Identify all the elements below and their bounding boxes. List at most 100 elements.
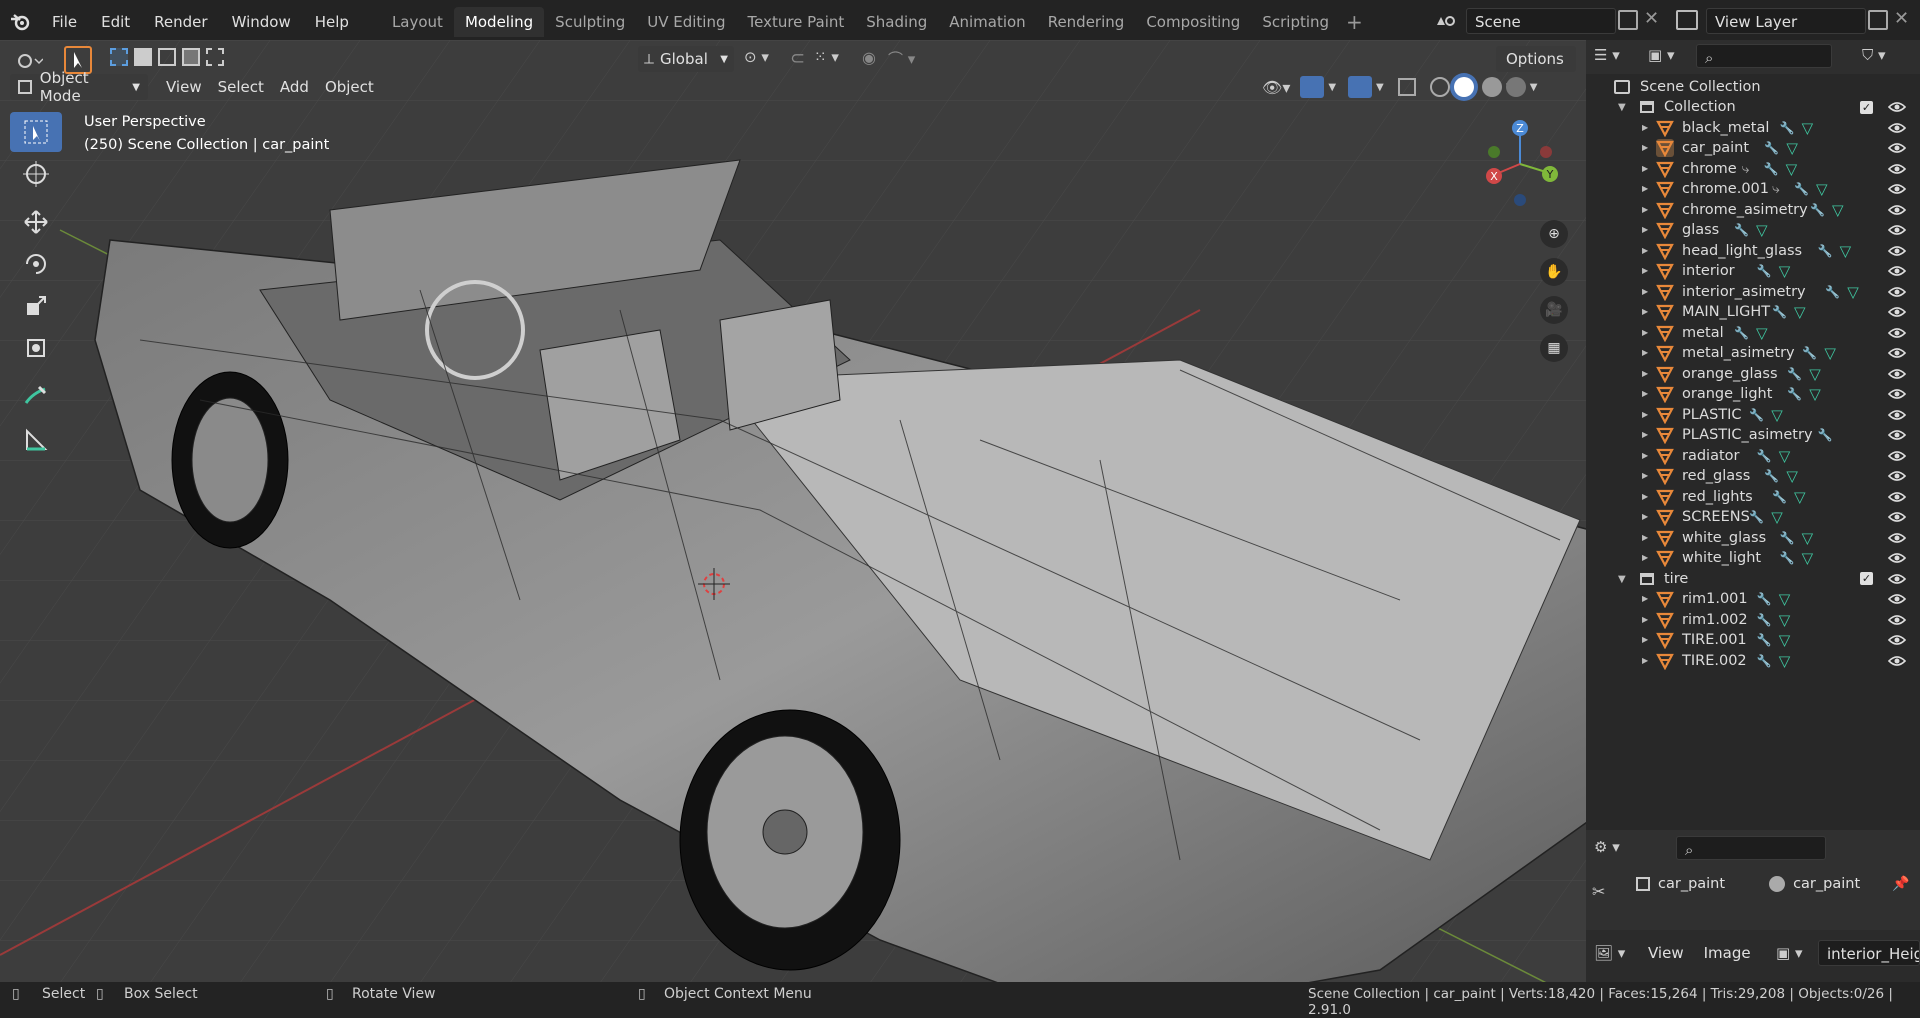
modifier-wrench-icon[interactable]: 🔧 bbox=[1772, 490, 1787, 504]
blender-logo-icon[interactable] bbox=[0, 0, 40, 44]
modifier-wrench-icon[interactable]: 🔧 bbox=[1764, 141, 1779, 155]
visibility-eye-icon[interactable] bbox=[1888, 491, 1906, 503]
tab-modeling[interactable]: Modeling bbox=[453, 7, 545, 37]
3d-viewport[interactable]: ⟂ Global ▼ ⊙ ▾ ⊂ ⁙ ▾ ◉ ⌒ ▾ Options ▼ Objec… bbox=[0, 40, 1586, 982]
visibility-eye-icon[interactable] bbox=[1888, 327, 1906, 339]
modifier-wrench-icon[interactable]: 🔧 bbox=[1764, 162, 1779, 176]
outliner-editor-type-icon[interactable]: ☰ ▾ bbox=[1594, 46, 1620, 64]
scene-close-icon[interactable]: ✕ bbox=[1644, 8, 1659, 29]
mesh-data-icon[interactable]: ▽ bbox=[1786, 160, 1798, 178]
tab-layout[interactable]: Layout bbox=[381, 7, 454, 37]
visibility-eye-icon[interactable] bbox=[1888, 388, 1906, 400]
outliner-search-input[interactable]: ⌕ bbox=[1696, 44, 1832, 68]
pin-icon[interactable]: 📌 bbox=[1892, 876, 1909, 892]
expand-arrow-icon[interactable]: ▶ bbox=[1642, 430, 1652, 440]
visibility-eye-icon[interactable] bbox=[1888, 593, 1906, 605]
transform-tool[interactable] bbox=[10, 328, 62, 368]
props-editor-type-icon[interactable]: ⚙ ▾ bbox=[1594, 838, 1620, 856]
expand-arrow-icon[interactable]: ▶ bbox=[1642, 328, 1652, 338]
snap-icon[interactable]: ⊂ bbox=[790, 48, 810, 70]
exclude-checkbox[interactable]: ✓ bbox=[1860, 572, 1873, 585]
visibility-eye-icon[interactable] bbox=[1888, 470, 1906, 482]
visibility-eye-icon[interactable] bbox=[1888, 163, 1906, 175]
modifier-wrench-icon[interactable]: 🔧 bbox=[1757, 592, 1772, 606]
expand-arrow-icon[interactable]: ▶ bbox=[1642, 512, 1652, 522]
select-subtract-icon[interactable] bbox=[158, 48, 176, 66]
gizmo-dropdown-icon[interactable]: ▼ bbox=[1328, 82, 1336, 93]
modifier-wrench-icon[interactable]: 🔧 bbox=[1810, 203, 1825, 217]
modifier-wrench-icon[interactable]: 🔧 bbox=[1757, 633, 1772, 647]
collapse-arrow-icon[interactable]: ▼ bbox=[1618, 102, 1628, 113]
mesh-data-icon[interactable]: ▽ bbox=[1779, 262, 1791, 280]
scale-tool[interactable] bbox=[10, 286, 62, 326]
visibility-eye-icon[interactable] bbox=[1888, 101, 1906, 113]
image-name-field[interactable]: interior_Height.p bbox=[1818, 940, 1920, 966]
measure-tool[interactable] bbox=[10, 420, 62, 460]
expand-arrow-icon[interactable]: ▶ bbox=[1642, 225, 1652, 235]
expand-arrow-icon[interactable]: ▶ bbox=[1642, 369, 1652, 379]
mesh-data-icon[interactable]: ▽ bbox=[1756, 221, 1768, 239]
mesh-data-icon[interactable]: ▽ bbox=[1832, 201, 1844, 219]
mesh-data-icon[interactable]: ▽ bbox=[1794, 488, 1806, 506]
modifier-wrench-icon[interactable]: 🔧 bbox=[1757, 264, 1772, 278]
options-dropdown[interactable]: Options ▼ bbox=[1496, 46, 1576, 93]
mesh-data-icon[interactable]: ▽ bbox=[1779, 611, 1791, 629]
transform-orientation-dropdown[interactable]: ⟂ Global ▼ bbox=[638, 46, 734, 72]
select-extend-icon[interactable] bbox=[134, 48, 152, 66]
display-mode-icon[interactable]: ▣ ▾ bbox=[1648, 46, 1674, 64]
menu-file[interactable]: File bbox=[40, 0, 89, 44]
select-invert-icon[interactable] bbox=[182, 48, 200, 66]
expand-arrow-icon[interactable]: ▶ bbox=[1642, 164, 1652, 174]
visibility-eye-icon[interactable] bbox=[1888, 245, 1906, 257]
view-layer-icon[interactable] bbox=[1676, 10, 1698, 30]
visibility-eye-icon[interactable] bbox=[1888, 265, 1906, 277]
zoom-icon[interactable]: ⊕ bbox=[1540, 220, 1568, 248]
expand-arrow-icon[interactable]: ▶ bbox=[1642, 615, 1652, 625]
tab-uv-editing[interactable]: UV Editing bbox=[636, 7, 736, 37]
expand-arrow-icon[interactable]: ▶ bbox=[1642, 389, 1652, 399]
image-menu-view[interactable]: View bbox=[1648, 944, 1684, 962]
visibility-eye-icon[interactable] bbox=[1888, 532, 1906, 544]
modifier-wrench-icon[interactable]: 🔧 bbox=[1757, 613, 1772, 627]
scene-copy-icon[interactable] bbox=[1618, 10, 1638, 30]
visibility-eye-icon[interactable] bbox=[1888, 224, 1906, 236]
expand-arrow-icon[interactable]: ▶ bbox=[1642, 656, 1652, 666]
tab-shading[interactable]: Shading bbox=[855, 7, 938, 37]
visibility-eye-icon[interactable] bbox=[1888, 450, 1906, 462]
viewport-menu-view[interactable]: View bbox=[158, 74, 210, 100]
rotate-tool[interactable] bbox=[10, 244, 62, 284]
image-editor-type-icon[interactable]: 🖼 ▾ bbox=[1594, 944, 1625, 962]
navigation-gizmo[interactable]: Z Y X bbox=[1476, 116, 1566, 206]
modifier-wrench-icon[interactable]: 🔧 bbox=[1757, 449, 1772, 463]
filter-icon[interactable]: ⛉ ▾ bbox=[1862, 46, 1886, 64]
viewport-menu-add[interactable]: Add bbox=[272, 74, 317, 100]
overlay-dropdown-icon[interactable]: ▼ bbox=[1376, 82, 1384, 93]
modifier-wrench-icon[interactable]: 🔧 bbox=[1764, 469, 1779, 483]
view-layer-close-icon[interactable]: ✕ bbox=[1894, 8, 1909, 29]
mesh-data-icon[interactable]: ▽ bbox=[1840, 242, 1852, 260]
mesh-data-icon[interactable]: ▽ bbox=[1802, 119, 1814, 137]
mesh-data-icon[interactable]: ▽ bbox=[1786, 467, 1798, 485]
mesh-data-icon[interactable]: ▽ bbox=[1786, 139, 1798, 157]
modifier-wrench-icon[interactable]: 🔧 bbox=[1757, 654, 1772, 668]
select-new-icon[interactable] bbox=[110, 48, 128, 66]
tool-tab-icon[interactable]: ✂ bbox=[1592, 882, 1605, 901]
constraint-icon[interactable]: ⤷ bbox=[1772, 181, 1780, 197]
modifier-wrench-icon[interactable]: 🔧 bbox=[1794, 182, 1809, 196]
visibility-eye-icon[interactable] bbox=[1888, 614, 1906, 626]
modifier-wrench-icon[interactable]: 🔧 bbox=[1818, 244, 1833, 258]
modifier-wrench-icon[interactable]: 🔧 bbox=[1734, 223, 1749, 237]
visibility-eye-icon[interactable] bbox=[1888, 368, 1906, 380]
object-row[interactable]: ▶ TIRE.002 🔧 ▽ bbox=[1586, 648, 1920, 673]
selection-mode-icons[interactable] bbox=[110, 48, 224, 66]
mesh-data-icon[interactable]: ▽ bbox=[1809, 385, 1821, 403]
expand-arrow-icon[interactable]: ▶ bbox=[1642, 410, 1652, 420]
exclude-checkbox[interactable]: ✓ bbox=[1860, 100, 1873, 114]
modifier-wrench-icon[interactable]: 🔧 bbox=[1787, 367, 1802, 381]
mesh-data-icon[interactable]: ▽ bbox=[1771, 508, 1783, 526]
cursor-tool[interactable] bbox=[10, 154, 62, 194]
visibility-icons[interactable]: 👁▾ ▼ ▼ ▼ bbox=[1262, 76, 1537, 98]
expand-arrow-icon[interactable]: ▶ bbox=[1642, 553, 1652, 563]
expand-arrow-icon[interactable]: ▶ bbox=[1642, 266, 1652, 276]
camera-view-icon[interactable]: 🎥 bbox=[1540, 296, 1568, 324]
